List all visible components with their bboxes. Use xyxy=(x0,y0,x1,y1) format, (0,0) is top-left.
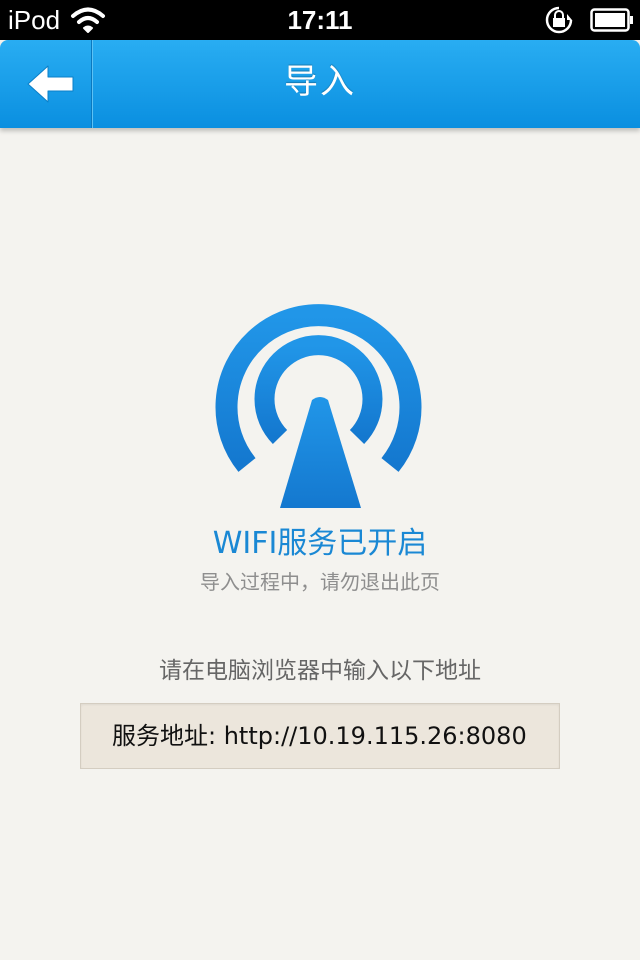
service-address: 服务地址: http://10.19.115.26:8080 xyxy=(112,722,527,750)
battery-icon xyxy=(590,8,633,32)
nav-bar: 导入 xyxy=(0,40,640,128)
service-status-text: WIFI服务已开启 xyxy=(212,526,428,561)
page-title: 导入 xyxy=(284,62,356,102)
status-bar: iPod 17:11 xyxy=(0,0,640,40)
wifi-broadcast-icon xyxy=(215,304,422,508)
orientation-lock-icon xyxy=(545,6,573,34)
service-hint-text: 导入过程中，请勿退出此页 xyxy=(200,570,440,594)
instruction-text: 请在电脑浏览器中输入以下地址 xyxy=(159,658,481,684)
address-box: 服务地址: http://10.19.115.26:8080 xyxy=(80,703,560,769)
